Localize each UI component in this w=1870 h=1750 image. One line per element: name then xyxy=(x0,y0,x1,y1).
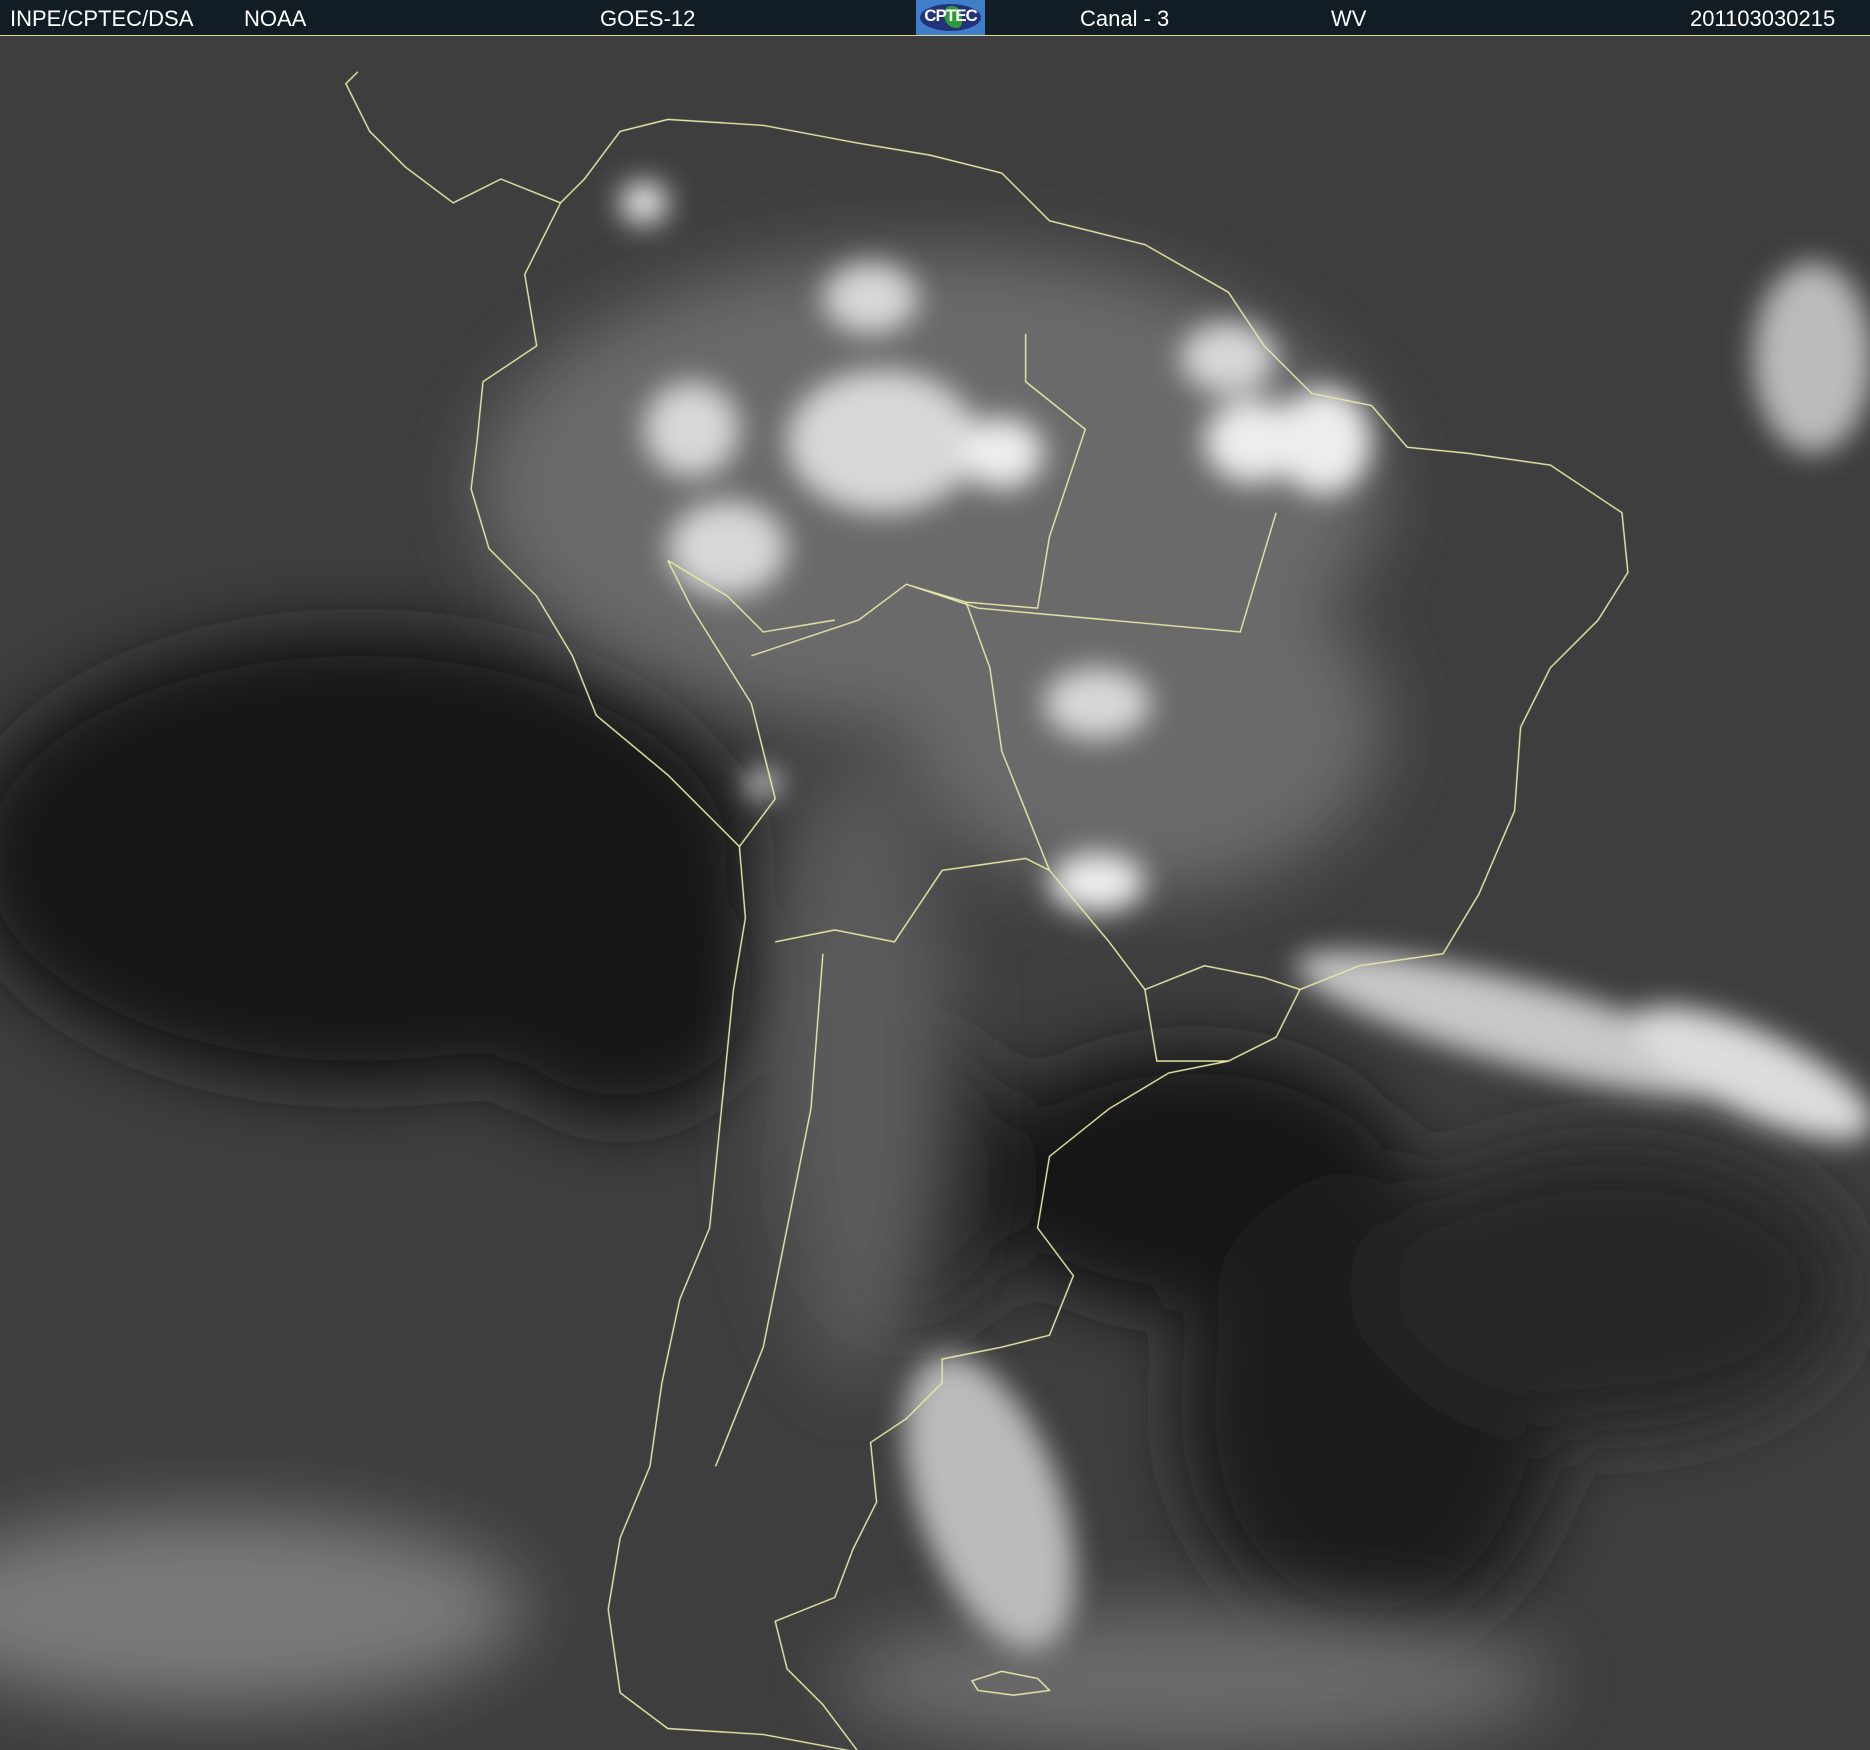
timestamp-label: 201103030215 xyxy=(1690,6,1836,31)
channel-label: Canal - 3 xyxy=(1080,6,1170,31)
band-label: WV xyxy=(1331,6,1367,31)
institution-label: INPE/CPTEC/DSA xyxy=(10,6,194,31)
logo-text: CPTEC xyxy=(924,6,978,25)
header-bar: INPE/CPTEC/DSA NOAA GOES-12 CPTEC Canal … xyxy=(0,0,1870,36)
water-vapor-satellite-image xyxy=(0,36,1870,1750)
cptec-logo: CPTEC xyxy=(916,0,985,35)
agency-label: NOAA xyxy=(244,6,307,31)
satellite-label: GOES-12 xyxy=(600,6,696,31)
